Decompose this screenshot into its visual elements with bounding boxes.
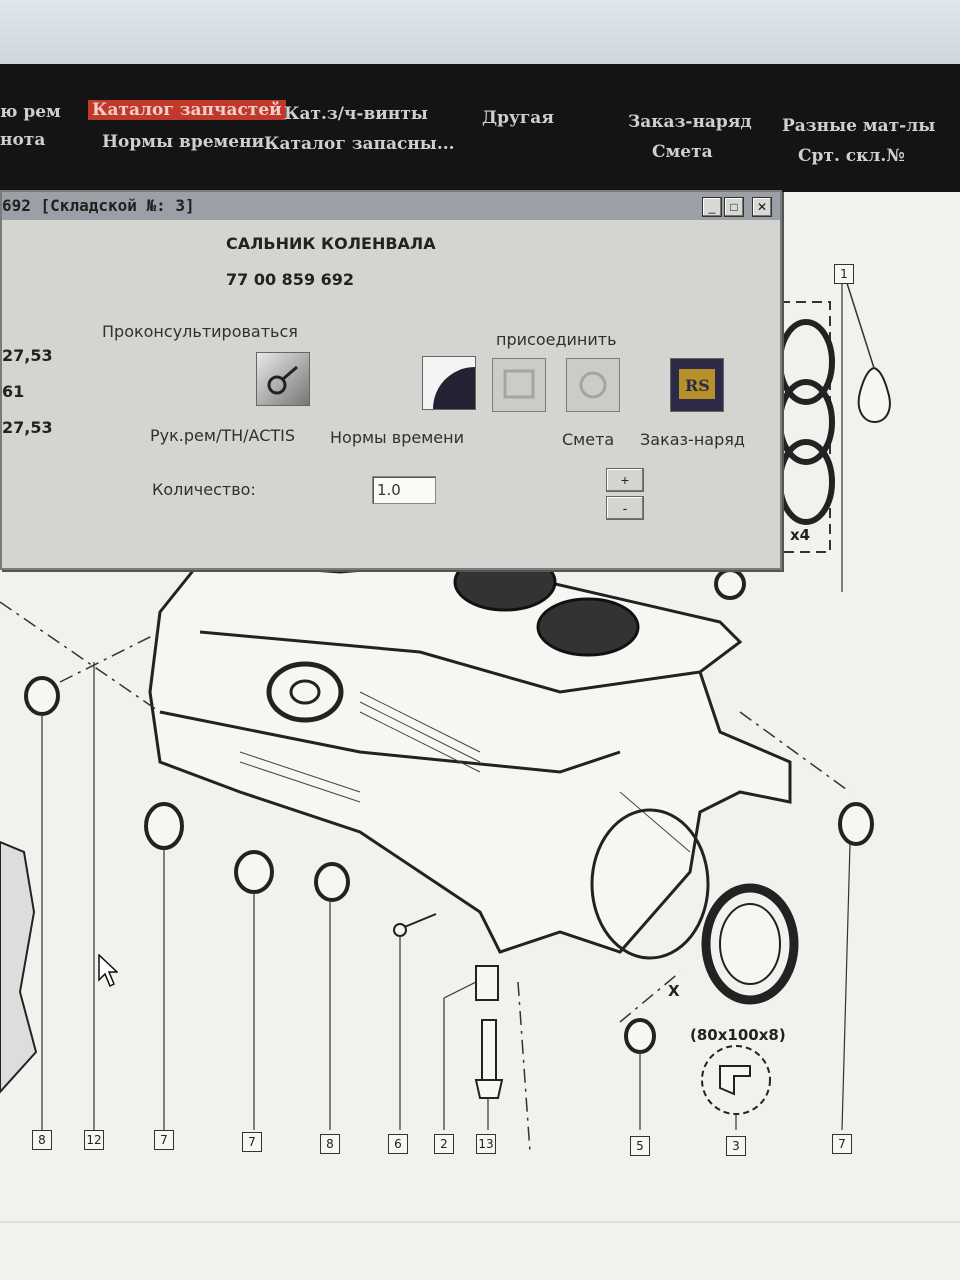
maximize-button[interactable]: □ [724, 197, 744, 217]
callout-8-right[interactable]: 8 [320, 1134, 340, 1154]
seal-size-label: (80x100x8) [690, 1026, 786, 1044]
callout-8-left[interactable]: 8 [32, 1130, 52, 1150]
menu-item-work-order[interactable]: Заказ-наряд [628, 112, 752, 132]
callout-7-c[interactable]: 7 [832, 1134, 852, 1154]
part-details-dialog: 692 [Складской №: 3] _ □ ✕ САЛЬНИК КОЛЕН… [0, 190, 782, 570]
quantity-input[interactable] [372, 476, 436, 504]
menu-item-parts-catalog[interactable]: Каталог запчастей [88, 100, 286, 120]
consult-label: Проконсультироваться [102, 322, 298, 341]
callout-3[interactable]: 3 [726, 1136, 746, 1156]
menu-item-repair[interactable]: ю рем [0, 102, 61, 122]
callout-7-a[interactable]: 7 [154, 1130, 174, 1150]
action-label-manual: Рук.рем/TH/ACTIS [150, 426, 296, 445]
callout-12[interactable]: 12 [84, 1130, 104, 1150]
work-order-icon[interactable]: RS [670, 358, 724, 412]
callout-2[interactable]: 2 [434, 1134, 454, 1154]
menu-item-warehouse[interactable]: Срт. скл.№ [798, 146, 905, 166]
quantity-minus-button[interactable]: - [606, 496, 644, 520]
quantity-plus-button[interactable]: + [606, 468, 644, 492]
price-value-3: 27,53 [2, 418, 53, 437]
clock-icon[interactable] [422, 356, 476, 410]
action-label-time-norms: Нормы времени [330, 428, 464, 447]
attach-document-icon[interactable] [492, 358, 546, 412]
top-menu-bar: ю рем Каталог запчастей Кат.з/ч-винты Др… [0, 64, 960, 192]
part-name: САЛЬНИК КОЛЕНВАЛА [226, 234, 436, 253]
menu-item-estimate[interactable]: Смета [652, 142, 713, 162]
x-label: X [668, 982, 680, 1000]
menu-item-various-materials[interactable]: Разные мат-лы [782, 116, 935, 136]
menu-item-time-norms[interactable]: Нормы времени [102, 132, 264, 152]
svg-text:RS: RS [685, 376, 710, 395]
menu-item-spare-catalog[interactable]: Каталог запасны... [264, 134, 455, 154]
repair-manual-icon[interactable] [256, 352, 310, 406]
price-values: 27,53 61 27,53 [2, 338, 62, 446]
callout-7-b[interactable]: 7 [242, 1132, 262, 1152]
callout-13[interactable]: 13 [476, 1134, 496, 1154]
action-label-work-order: Заказ-наряд [640, 430, 745, 449]
minimize-button[interactable]: _ [702, 197, 722, 217]
price-value-2: 61 [2, 382, 25, 401]
attach-label: присоединить [496, 330, 617, 349]
part-number: 77 00 859 692 [226, 270, 355, 289]
menu-item-note[interactable]: нота [0, 130, 45, 150]
estimate-icon[interactable] [566, 358, 620, 412]
monitor-bezel [0, 0, 960, 64]
menu-item-other[interactable]: Другая [482, 108, 554, 128]
callout-5[interactable]: 5 [630, 1136, 650, 1156]
quantity-label: Количество: [152, 480, 256, 499]
callout-6[interactable]: 6 [388, 1134, 408, 1154]
dialog-titlebar[interactable]: 692 [Складской №: 3] _ □ ✕ [2, 192, 780, 220]
callout-1[interactable]: 1 [834, 264, 854, 284]
close-button[interactable]: ✕ [752, 197, 772, 217]
x4-label: x4 [790, 526, 811, 544]
mouse-pointer-icon [98, 954, 118, 988]
dialog-title: 692 [Складской №: 3] [2, 196, 195, 215]
action-label-estimate: Смета [562, 430, 615, 449]
menu-item-parts-screws[interactable]: Кат.з/ч-винты [284, 104, 428, 124]
price-value-1: 27,53 [2, 346, 53, 365]
